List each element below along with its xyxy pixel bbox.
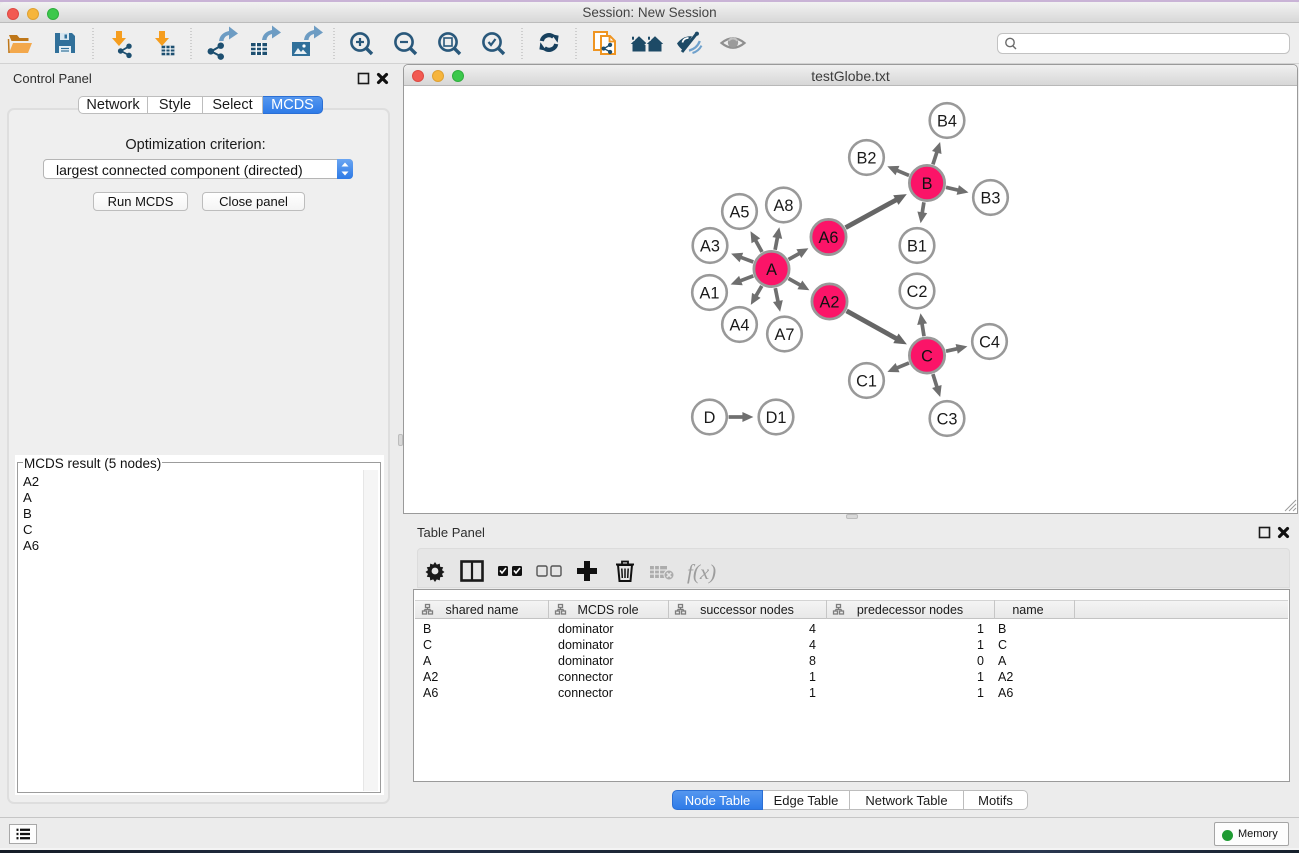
svg-text:MCDS role: MCDS role (577, 603, 638, 617)
svg-text:A1: A1 (700, 284, 720, 302)
svg-text:B: B (998, 622, 1006, 636)
svg-text:C1: C1 (856, 372, 877, 390)
svg-text:1: 1 (977, 670, 984, 684)
svg-text:C: C (423, 638, 432, 652)
svg-text:C: C (998, 638, 1007, 652)
svg-text:8: 8 (809, 654, 816, 668)
svg-text:connector: connector (558, 670, 613, 684)
svg-text:C3: C3 (937, 410, 958, 428)
svg-text:A2: A2 (423, 670, 438, 684)
svg-text:A2: A2 (820, 293, 840, 311)
svg-text:A3: A3 (700, 237, 720, 255)
svg-text:B4: B4 (937, 112, 957, 130)
svg-text:1: 1 (809, 670, 816, 684)
svg-text:B2: B2 (857, 149, 877, 167)
svg-text:dominator: dominator (558, 654, 614, 668)
svg-text:A7: A7 (775, 326, 795, 344)
svg-text:successor nodes: successor nodes (700, 603, 794, 617)
svg-text:shared name: shared name (446, 603, 519, 617)
svg-text:name: name (1012, 603, 1043, 617)
svg-text:A4: A4 (730, 316, 750, 334)
svg-text:C: C (921, 347, 933, 365)
svg-text:B: B (922, 175, 933, 193)
svg-text:C4: C4 (979, 333, 1000, 351)
svg-text:C2: C2 (907, 283, 928, 301)
svg-text:B1: B1 (907, 237, 927, 255)
svg-text:A: A (766, 261, 777, 279)
svg-text:dominator: dominator (558, 622, 614, 636)
svg-text:connector: connector (558, 686, 613, 700)
svg-text:4: 4 (809, 622, 816, 636)
svg-text:B: B (423, 622, 431, 636)
svg-text:predecessor nodes: predecessor nodes (857, 603, 963, 617)
svg-text:A6: A6 (998, 686, 1013, 700)
svg-text:dominator: dominator (558, 638, 614, 652)
svg-text:D: D (704, 409, 716, 427)
svg-text:A8: A8 (774, 197, 794, 215)
svg-text:A: A (998, 654, 1007, 668)
svg-text:A6: A6 (819, 229, 839, 247)
svg-text:A2: A2 (998, 670, 1013, 684)
svg-text:D1: D1 (766, 409, 787, 427)
svg-text:1: 1 (977, 686, 984, 700)
svg-text:1: 1 (977, 638, 984, 652)
svg-text:1: 1 (977, 622, 984, 636)
svg-text:f(x): f(x) (687, 560, 716, 584)
svg-text:1: 1 (809, 686, 816, 700)
svg-text:A5: A5 (730, 203, 750, 221)
svg-text:4: 4 (809, 638, 816, 652)
svg-text:0: 0 (977, 654, 984, 668)
svg-text:A: A (423, 654, 432, 668)
svg-text:B3: B3 (981, 189, 1001, 207)
svg-text:A6: A6 (423, 686, 438, 700)
